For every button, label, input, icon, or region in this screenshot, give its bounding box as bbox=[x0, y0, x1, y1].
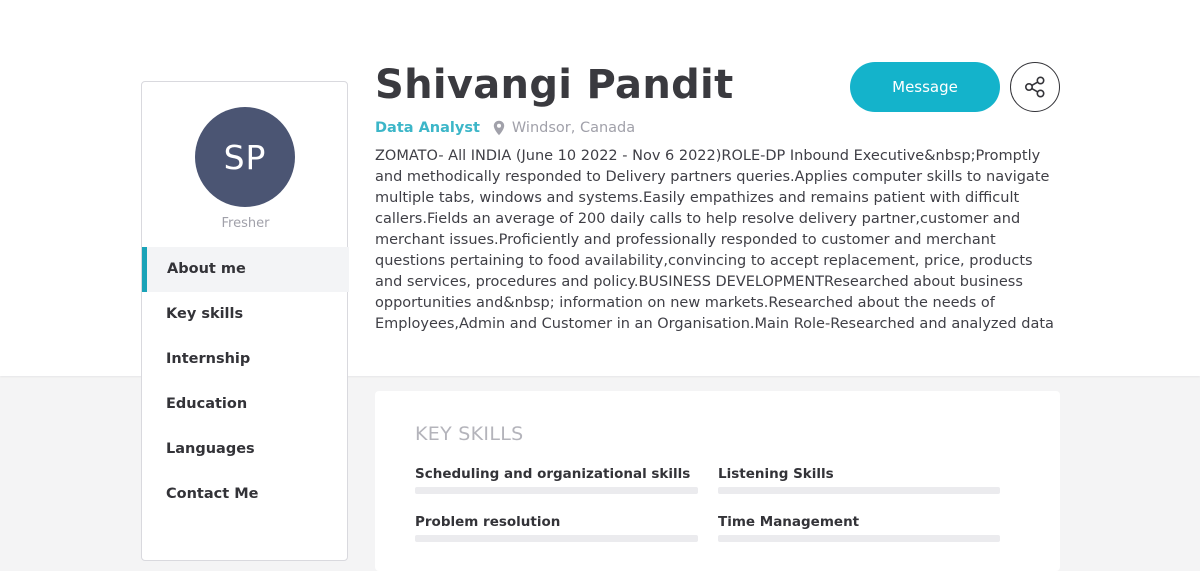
profile-sidebar: SP Fresher About me Key skills Internshi… bbox=[141, 81, 349, 561]
skill-item: Listening Skills bbox=[718, 466, 1000, 494]
avatar: SP bbox=[195, 107, 295, 207]
nav-item-languages[interactable]: Languages bbox=[142, 427, 349, 472]
skill-bar bbox=[415, 487, 698, 494]
profile-section-nav: About me Key skills Internship Education… bbox=[142, 247, 349, 517]
skill-name: Listening Skills bbox=[718, 466, 834, 482]
nav-item-internship[interactable]: Internship bbox=[142, 337, 349, 382]
share-icon bbox=[1024, 76, 1045, 98]
key-skills-heading: KEY SKILLS bbox=[415, 423, 524, 445]
nav-item-contact-me[interactable]: Contact Me bbox=[142, 472, 349, 517]
nav-item-key-skills[interactable]: Key skills bbox=[142, 292, 349, 337]
skill-bar bbox=[415, 535, 698, 542]
skill-name: Time Management bbox=[718, 514, 860, 530]
job-title: Data Analyst bbox=[375, 120, 480, 136]
skill-name: Scheduling and organizational skills bbox=[415, 466, 691, 482]
skill-name: Problem resolution bbox=[415, 514, 561, 530]
profile-meta: Data Analyst Windsor, Canada bbox=[375, 120, 635, 136]
share-button[interactable] bbox=[1010, 62, 1060, 112]
nav-item-about-me[interactable]: About me bbox=[142, 247, 349, 292]
message-button[interactable]: Message bbox=[850, 62, 1000, 112]
skill-bar bbox=[718, 487, 1000, 494]
profile-name: Shivangi Pandit bbox=[375, 62, 734, 108]
skill-item: Time Management bbox=[718, 514, 1000, 542]
map-pin-icon bbox=[493, 120, 505, 136]
experience-status: Fresher bbox=[221, 216, 270, 231]
skill-item: Scheduling and organizational skills bbox=[415, 466, 698, 494]
about-me-text: ZOMATO- All INDIA (June 10 2022 - Nov 6 … bbox=[375, 148, 1054, 332]
key-skills-card: KEY SKILLS Scheduling and organizational… bbox=[375, 391, 1060, 571]
skill-bar bbox=[718, 535, 1000, 542]
location: Windsor, Canada bbox=[511, 120, 636, 136]
skill-item: Problem resolution bbox=[415, 514, 698, 542]
nav-item-education[interactable]: Education bbox=[142, 382, 349, 427]
